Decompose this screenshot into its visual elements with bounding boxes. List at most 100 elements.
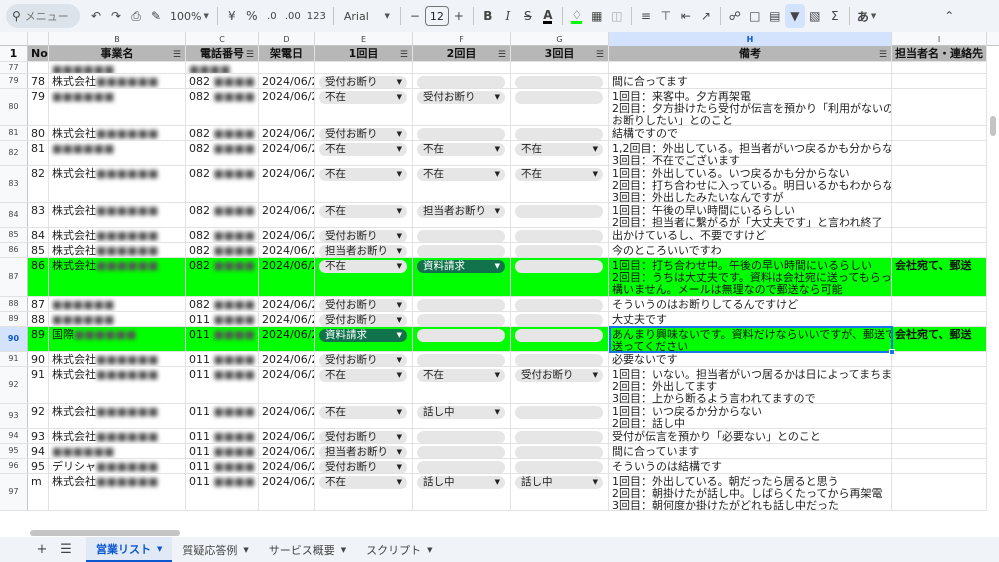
print-icon[interactable]: ⎙ <box>126 4 146 28</box>
company-name-cell[interactable]: ■■■■■■ <box>49 297 186 311</box>
status-dropdown-cell[interactable]: 不在 ▼ <box>315 141 413 165</box>
number-cell[interactable]: 93 <box>28 429 49 443</box>
status-dropdown-cell[interactable]: ▼ <box>413 327 511 351</box>
contact-cell[interactable] <box>892 404 987 428</box>
header-first[interactable]: 1回目 ☰ <box>315 46 413 61</box>
status-dropdown-cell[interactable]: ▼ <box>511 203 609 227</box>
comment-icon[interactable]: □ <box>745 4 765 28</box>
date-cell[interactable]: 2024/06/25 <box>259 126 315 140</box>
company-name-cell[interactable]: 株式会社■■■■■■ <box>49 203 186 227</box>
number-cell[interactable]: 82 <box>28 166 49 202</box>
company-name-cell[interactable]: 株式会社■■■■■■ <box>49 243 186 257</box>
status-dropdown-cell[interactable]: 不在 ▼ <box>511 166 609 202</box>
contact-cell[interactable] <box>892 166 987 202</box>
note-cell[interactable]: 結構ですので <box>609 126 892 140</box>
company-name-cell[interactable]: 株式会社■■■■■■ <box>49 228 186 242</box>
header-phone[interactable]: 電話番号 ☰ <box>186 46 259 61</box>
number-cell[interactable]: 94 <box>28 444 49 458</box>
status-dropdown-cell[interactable]: ▼ <box>413 429 511 443</box>
status-chip[interactable]: 不在 ▼ <box>319 406 407 419</box>
phone-cell[interactable]: 082 ■■■■ <box>186 203 259 227</box>
phone-cell[interactable]: 011 ■■■■ <box>186 404 259 428</box>
contact-cell[interactable]: 会社宛て、郵送 <box>892 327 987 351</box>
header-notes[interactable]: 備考 ☰ <box>609 46 892 61</box>
row-number[interactable]: 77 <box>0 62 28 73</box>
status-dropdown-cell[interactable]: 受付お断り ▼ <box>315 312 413 326</box>
date-cell[interactable]: 2024/06/25 <box>259 459 315 473</box>
number-cell[interactable]: 84 <box>28 228 49 242</box>
column-header-g[interactable]: G <box>511 32 609 46</box>
status-dropdown-cell[interactable]: 受付お断り ▼ <box>511 367 609 403</box>
number-cell[interactable]: 81 <box>28 141 49 165</box>
date-cell[interactable]: 2024/06/25 <box>259 312 315 326</box>
date-cell[interactable]: 2024/06/26 <box>259 404 315 428</box>
status-dropdown-cell[interactable]: ▼ <box>413 352 511 366</box>
row-number[interactable]: 93 <box>0 404 28 428</box>
input-tools-button[interactable]: あ ▼ <box>854 4 879 28</box>
filter-icon[interactable]: ☰ <box>879 49 887 61</box>
row-number[interactable]: 96 <box>0 459 28 473</box>
contact-cell[interactable] <box>892 474 987 510</box>
status-dropdown-cell[interactable]: 受付お断り ▼ <box>315 297 413 311</box>
status-dropdown-cell[interactable]: 不在 ▼ <box>315 166 413 202</box>
chart-icon[interactable]: ▤ <box>765 4 785 28</box>
note-cell[interactable]: あんまり興味ないです。資料だけならいいですが、郵送で 送ってください <box>609 327 892 351</box>
phone-cell[interactable]: 011 ■■■■ <box>186 327 259 351</box>
status-dropdown-cell[interactable]: ▼ <box>511 228 609 242</box>
header-second[interactable]: 2回目 ☰ <box>413 46 511 61</box>
add-sheet-icon[interactable]: + <box>30 540 54 560</box>
redo-icon[interactable]: ↷ <box>106 4 126 28</box>
status-dropdown-cell[interactable]: 不在 ▼ <box>413 141 511 165</box>
number-cell[interactable]: 92 <box>28 404 49 428</box>
status-chip[interactable]: 受付お断り ▼ <box>319 128 407 140</box>
status-dropdown-cell[interactable]: 不在 ▼ <box>315 258 413 296</box>
status-chip[interactable]: 担当者お断り ▼ <box>417 205 505 218</box>
company-name-cell[interactable]: 株式会社■■■■■■ <box>49 166 186 202</box>
status-chip[interactable]: 不在 ▼ <box>417 369 505 382</box>
status-chip[interactable]: 不在 ▼ <box>515 143 603 156</box>
status-chip[interactable]: 不在 ▼ <box>417 168 505 181</box>
company-name-cell[interactable]: 株式会社■■■■■■ <box>49 404 186 428</box>
chevron-down-icon[interactable]: ▼ <box>157 545 162 553</box>
filter-icon[interactable]: ☰ <box>498 49 506 61</box>
date-cell[interactable]: 2024/06/27 <box>259 141 315 165</box>
font-size-decrease-button[interactable]: − <box>405 4 425 28</box>
status-chip[interactable]: ▼ <box>417 329 505 342</box>
status-dropdown-cell[interactable] <box>413 62 511 73</box>
bold-button[interactable]: B <box>478 4 498 28</box>
column-header-h[interactable]: H <box>609 32 892 46</box>
company-name-cell[interactable]: ■■■■■■ <box>49 312 186 326</box>
status-chip[interactable]: ▼ <box>515 329 603 342</box>
font-size-input[interactable]: 12 <box>424 6 449 26</box>
number-cell[interactable]: 83 <box>28 203 49 227</box>
status-dropdown-cell[interactable]: 担当者お断り ▼ <box>413 203 511 227</box>
status-dropdown-cell[interactable]: ▼ <box>413 228 511 242</box>
row-number[interactable]: 80 <box>0 89 28 125</box>
number-cell[interactable]: 87 <box>28 297 49 311</box>
number-cell[interactable]: m <box>28 474 49 510</box>
status-chip[interactable]: ▼ <box>417 446 505 458</box>
status-dropdown-cell[interactable]: ▼ <box>413 243 511 257</box>
note-cell[interactable]: 1回目：来客中。夕方再架電 2回目：夕方掛けたら受付が伝言を預かり「利用がないの… <box>609 89 892 125</box>
status-dropdown-cell[interactable]: ▼ <box>413 459 511 473</box>
status-chip[interactable]: ▼ <box>417 461 505 473</box>
status-chip[interactable]: 受付お断り ▼ <box>319 314 407 326</box>
status-dropdown-cell[interactable]: 受付お断り ▼ <box>315 74 413 88</box>
date-cell[interactable]: 2024/06/25 <box>259 297 315 311</box>
status-dropdown-cell[interactable]: 不在 ▼ <box>315 404 413 428</box>
phone-cell[interactable]: 011 ■■■■ <box>186 352 259 366</box>
status-dropdown-cell[interactable]: 不在 ▼ <box>511 141 609 165</box>
collapse-toolbar-icon[interactable]: ⌃ <box>939 4 959 28</box>
status-dropdown-cell[interactable]: 資料請求 ▼ <box>413 258 511 296</box>
status-chip[interactable]: 受付お断り ▼ <box>319 299 407 311</box>
paint-format-icon[interactable]: ✎ <box>146 4 166 28</box>
status-chip[interactable]: ▼ <box>417 230 505 242</box>
status-chip[interactable]: 不在 ▼ <box>417 143 505 156</box>
row-number[interactable]: 92 <box>0 367 28 403</box>
row-number[interactable]: 95 <box>0 444 28 458</box>
link-icon[interactable]: ☍ <box>725 4 745 28</box>
company-name-cell[interactable]: 株式会社■■■■■■ <box>49 74 186 88</box>
status-dropdown-cell[interactable]: 不在 ▼ <box>413 367 511 403</box>
row-number[interactable]: 90 <box>0 327 28 351</box>
filter-icon[interactable]: ☰ <box>400 49 408 61</box>
